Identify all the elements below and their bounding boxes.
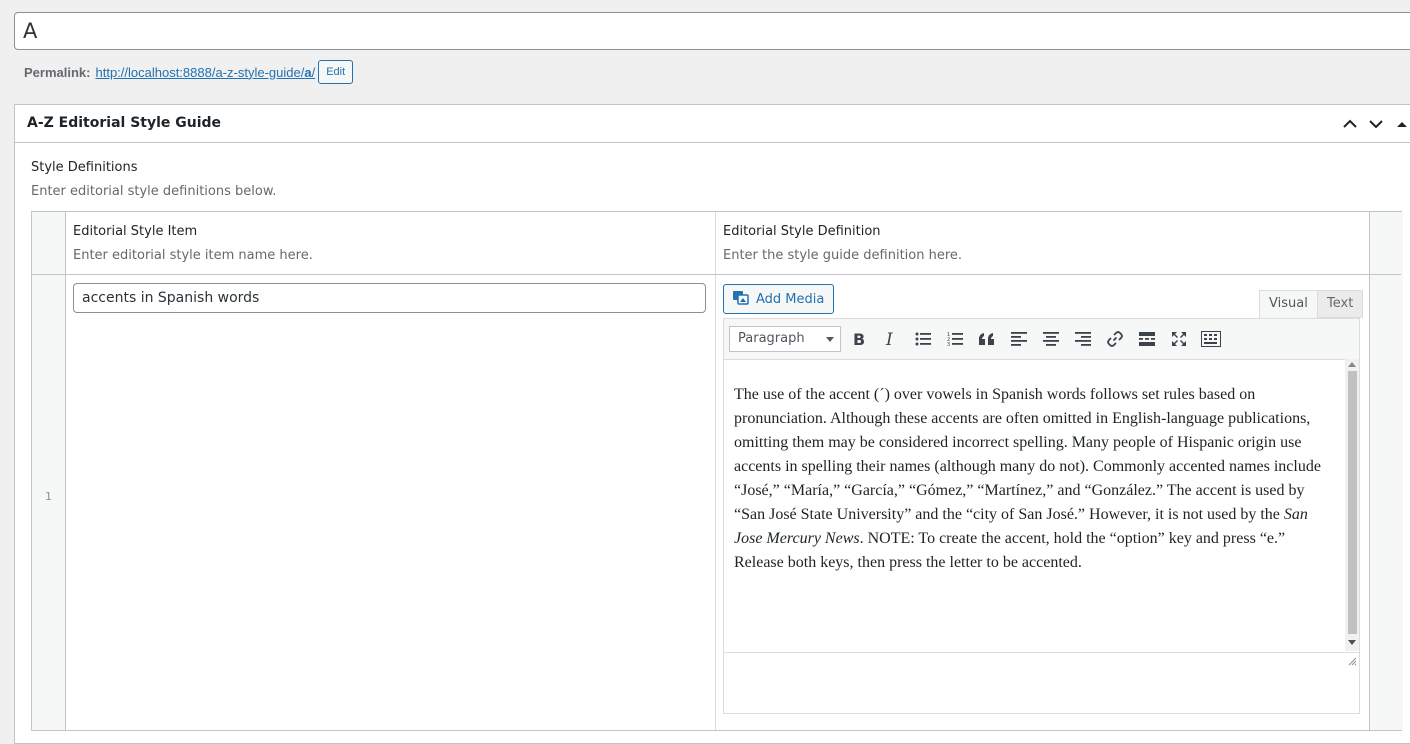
- style-definitions-description: Enter editorial style definitions below.: [31, 184, 277, 199]
- resize-handle-icon: [1348, 657, 1357, 666]
- metabox-header: A-Z Editorial Style Guide: [15, 105, 1410, 143]
- editor-body[interactable]: The use of the accent (´) over vowels in…: [724, 359, 1344, 651]
- blockquote-icon[interactable]: [976, 328, 998, 350]
- format-select[interactable]: Paragraph: [729, 326, 841, 352]
- row-number-column: [32, 212, 66, 730]
- metabox-handle-actions: [1341, 115, 1410, 133]
- bulleted-list-icon[interactable]: [912, 328, 934, 350]
- toolbar-toggle-icon[interactable]: [1200, 328, 1222, 350]
- permalink-edit-button[interactable]: Edit: [318, 60, 354, 84]
- column-title-definition: Editorial Style Definition: [723, 224, 881, 239]
- definition-content: The use of the accent (´) over vowels in…: [734, 383, 1334, 575]
- add-media-icon: [732, 289, 750, 309]
- link-icon[interactable]: [1104, 328, 1126, 350]
- editor-scrollbar[interactable]: [1345, 359, 1359, 651]
- add-media-label: Add Media: [756, 291, 825, 307]
- align-left-icon[interactable]: [1008, 328, 1030, 350]
- collapse-toggle-icon[interactable]: [1393, 115, 1410, 133]
- read-more-icon[interactable]: [1136, 328, 1158, 350]
- tab-text[interactable]: Text: [1317, 290, 1364, 318]
- column-title-item: Editorial Style Item: [73, 224, 198, 239]
- scroll-up-icon: [1348, 362, 1356, 367]
- post-title-input[interactable]: A: [14, 12, 1410, 50]
- align-center-icon[interactable]: [1040, 328, 1062, 350]
- row-number: 1: [45, 490, 52, 503]
- permalink-label: Permalink:: [24, 64, 91, 80]
- svg-text:I: I: [885, 331, 893, 347]
- chevron-down-icon: [826, 337, 834, 342]
- row-actions-column: [1369, 212, 1403, 730]
- column-divider: [715, 212, 716, 730]
- permalink-row: Permalink: http://localhost:8888/a-z-sty…: [24, 60, 354, 84]
- editor-toolbar: Paragraph B I 123: [724, 319, 1359, 360]
- definition-paragraph: The use of the accent (´) over vowels in…: [734, 386, 1321, 571]
- style-guide-metabox: A-Z Editorial Style Guide Style Definiti…: [14, 104, 1410, 744]
- numbered-list-icon[interactable]: 123: [944, 328, 966, 350]
- scroll-down-icon: [1348, 640, 1356, 645]
- style-definitions-label: Style Definitions: [31, 160, 138, 175]
- svg-text:3: 3: [947, 342, 950, 347]
- add-media-button[interactable]: Add Media: [723, 284, 835, 314]
- align-right-icon[interactable]: [1072, 328, 1094, 350]
- move-down-icon[interactable]: [1367, 115, 1385, 133]
- metabox-title: A-Z Editorial Style Guide: [27, 115, 222, 131]
- svg-text:B: B: [853, 331, 865, 347]
- italic-icon[interactable]: I: [880, 328, 902, 350]
- tab-visual[interactable]: Visual: [1259, 290, 1318, 318]
- fullscreen-icon[interactable]: [1168, 328, 1190, 350]
- column-hint-item: Enter editorial style item name here.: [73, 248, 313, 263]
- move-up-icon[interactable]: [1341, 115, 1359, 133]
- scroll-thumb[interactable]: [1348, 371, 1357, 634]
- column-hint-definition: Enter the style guide definition here.: [723, 248, 963, 263]
- style-item-input[interactable]: accents in Spanish words: [73, 283, 706, 313]
- bold-icon[interactable]: B: [848, 328, 870, 350]
- definition-editor: Paragraph B I 123 The use of the accent …: [723, 318, 1360, 714]
- permalink-link[interactable]: http://localhost:8888/a-z-style-guide/a/: [95, 65, 315, 80]
- table-header-row: Editorial Style Item Enter editorial sty…: [32, 212, 1401, 275]
- editor-statusbar: [724, 652, 1359, 671]
- style-definitions-table: Editorial Style Item Enter editorial sty…: [31, 211, 1403, 731]
